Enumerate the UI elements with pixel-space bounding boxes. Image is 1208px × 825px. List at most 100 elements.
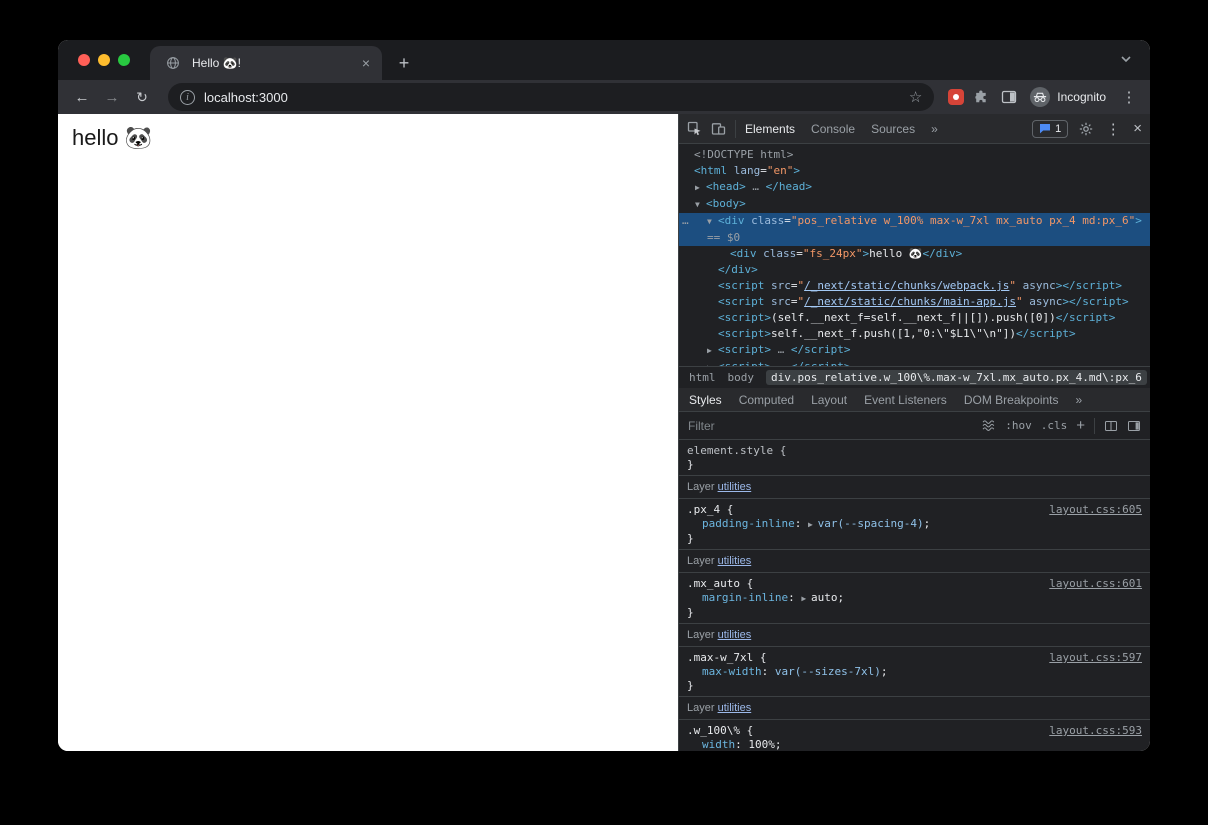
style-filter-input[interactable] (688, 419, 973, 433)
css-source-link[interactable]: layout.css:601 (1049, 577, 1142, 591)
element-state-toggle[interactable]: :hov (1005, 419, 1032, 432)
css-property-value[interactable]: auto (811, 591, 838, 604)
waves-filter-icon[interactable] (982, 419, 996, 432)
layer-link[interactable]: utilities (718, 481, 752, 493)
dom-node-line[interactable]: <div class="fs_24px">hello 🐼</div> (679, 246, 1150, 262)
breadcrumb-item[interactable]: html (689, 371, 716, 384)
dom-node-line[interactable]: …▼<div class="pos_relative w_100% max-w_… (679, 213, 1150, 246)
disclosure-open-icon[interactable]: ▼ (695, 197, 706, 213)
css-rule-header: .max-w_7xl { layout.css:597 (687, 651, 1142, 665)
dom-node-line[interactable]: ▼<body> (679, 196, 1150, 213)
css-declaration[interactable]: margin-inline: ▶ auto; (687, 591, 1142, 606)
element-classes-toggle[interactable]: .cls (1041, 419, 1068, 432)
layer-link[interactable]: utilities (718, 629, 752, 641)
sidebar-tab-styles[interactable]: Styles (689, 393, 722, 407)
layer-header: Layer utilities (679, 623, 1150, 647)
sidebar-tab-layout[interactable]: Layout (811, 393, 847, 407)
browser-tab[interactable]: Hello 🐼! × (150, 46, 382, 80)
css-property-value[interactable]: 100% (748, 738, 775, 751)
css-selector[interactable]: .w_100\% { (687, 724, 753, 738)
sidebar-tab-event-listeners[interactable]: Event Listeners (864, 393, 947, 407)
maximize-window-button[interactable] (118, 54, 130, 66)
sidebar-toggle-icon[interactable] (1127, 420, 1141, 432)
expand-value-icon[interactable]: ▶ (801, 594, 811, 603)
breadcrumb-item[interactable]: body (728, 371, 755, 384)
dom-node-line[interactable]: ▶<head> … </head> (679, 179, 1150, 196)
inspect-element-icon[interactable] (687, 121, 702, 136)
disclosure-closed-icon[interactable]: ▶ (707, 360, 718, 366)
new-style-rule-button[interactable]: + (1076, 417, 1085, 434)
dom-node-line[interactable]: <script>self.__next_f.push([1,"0:\"$L1\"… (679, 326, 1150, 342)
devtools-more-tabs[interactable]: » (931, 122, 938, 136)
styles-sidebar-tabs: Styles Computed Layout Event Listeners DOM B… (679, 388, 1150, 412)
css-selector[interactable]: .mx_auto { (687, 577, 753, 591)
disclosure-closed-icon[interactable]: ▶ (707, 343, 718, 359)
css-rule-header: .px_4 { layout.css:605 (687, 503, 1142, 517)
disclosure-closed-icon[interactable]: ▶ (695, 180, 706, 196)
extensions-puzzle-icon[interactable] (970, 86, 992, 108)
browser-toolbar: ← → ↻ i localhost:3000 ☆ Incognito ⋮ (58, 80, 1150, 114)
devtools-menu-kebab-icon[interactable]: ⋮ (1104, 120, 1122, 138)
layer-link[interactable]: utilities (718, 702, 752, 714)
css-source-link[interactable]: layout.css:605 (1049, 503, 1142, 517)
close-window-button[interactable] (78, 54, 90, 66)
css-property-value[interactable]: var(--sizes-7xl) (775, 665, 881, 678)
dom-node-line[interactable]: <!DOCTYPE html> (679, 147, 1150, 163)
address-bar[interactable]: i localhost:3000 ☆ (168, 83, 934, 111)
css-property-name[interactable]: max-width (702, 665, 762, 678)
side-panel-icon[interactable] (998, 86, 1020, 108)
css-rule-close-brace: } (687, 458, 1142, 472)
dom-node-line[interactable]: <html lang="en"> (679, 163, 1150, 179)
bookmark-star-icon[interactable]: ☆ (909, 88, 922, 106)
dom-node-line[interactable]: <script src="/_next/static/chunks/main-a… (679, 294, 1150, 310)
expand-value-icon[interactable]: ▶ (808, 520, 818, 529)
css-property-name[interactable]: margin-inline (702, 591, 788, 604)
css-selector[interactable]: element.style { (687, 444, 786, 458)
css-selector[interactable]: .px_4 { (687, 503, 733, 517)
sidebar-more-tabs[interactable]: » (1076, 393, 1083, 407)
css-declaration[interactable]: padding-inline: ▶ var(--spacing-4); (687, 517, 1142, 532)
dom-node-line[interactable]: ▶<script> … </script> (679, 342, 1150, 359)
issues-button[interactable]: 1 (1032, 120, 1068, 138)
site-info-icon[interactable]: i (180, 90, 195, 105)
layer-link[interactable]: utilities (718, 555, 752, 567)
breadcrumb-item[interactable]: div.pos_relative.w_100\%.max-w_7xl.mx_au… (766, 370, 1147, 385)
device-toolbar-icon[interactable] (711, 122, 726, 136)
forward-button[interactable]: → (100, 89, 124, 106)
css-source-link[interactable]: layout.css:593 (1049, 724, 1142, 738)
settings-gear-icon[interactable] (1079, 122, 1093, 136)
css-source-link[interactable]: layout.css:597 (1049, 651, 1142, 665)
traffic-lights (58, 40, 150, 80)
dom-node-line[interactable]: </div> (679, 262, 1150, 278)
node-more-actions-icon[interactable]: … (682, 213, 689, 229)
tab-close-button[interactable]: × (362, 55, 370, 71)
extension-icon-red[interactable] (948, 89, 964, 105)
devtools-tab-elements[interactable]: Elements (745, 122, 795, 136)
reload-button[interactable]: ↻ (130, 89, 154, 106)
computed-panel-icon[interactable] (1104, 420, 1118, 432)
devtools-tab-sources[interactable]: Sources (871, 122, 915, 136)
css-declaration[interactable]: width: 100%; (687, 738, 1142, 751)
css-property-name[interactable]: padding-inline (702, 517, 795, 530)
sidebar-tab-dom-breakpoints[interactable]: DOM Breakpoints (964, 393, 1059, 407)
new-tab-button[interactable]: + (390, 49, 418, 77)
code-token: = (760, 164, 767, 177)
sidebar-tab-computed[interactable]: Computed (739, 393, 794, 407)
url-text[interactable]: localhost:3000 (204, 90, 900, 105)
css-selector[interactable]: .max-w_7xl { (687, 651, 766, 665)
css-property-name[interactable]: width (702, 738, 735, 751)
back-button[interactable]: ← (70, 89, 94, 106)
css-declaration[interactable]: max-width: var(--sizes-7xl); (687, 665, 1142, 679)
devtools-close-button[interactable]: × (1133, 120, 1142, 137)
tab-search-chevron-icon[interactable] (1120, 50, 1132, 68)
devtools-tab-console[interactable]: Console (811, 122, 855, 136)
css-property-value[interactable]: var(--spacing-4) (818, 517, 924, 530)
dom-node-line[interactable]: <script src="/_next/static/chunks/webpac… (679, 278, 1150, 294)
dom-node-line[interactable]: ▶<script> … </script> (679, 359, 1150, 366)
issues-count: 1 (1055, 123, 1061, 135)
code-token: </head> (766, 180, 812, 193)
browser-menu-kebab-icon[interactable]: ⋮ (1120, 88, 1138, 106)
disclosure-open-icon[interactable]: ▼ (707, 214, 718, 230)
dom-node-line[interactable]: <script>(self.__next_f=self.__next_f||[]… (679, 310, 1150, 326)
minimize-window-button[interactable] (98, 54, 110, 66)
